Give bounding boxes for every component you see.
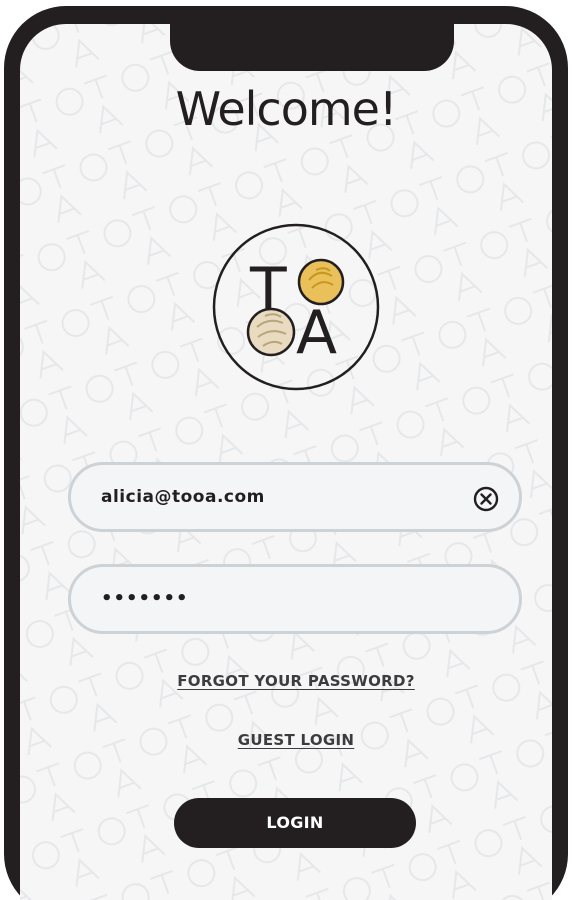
email-field[interactable]: alicia@tooa.com xyxy=(68,462,522,532)
forgot-password-link[interactable]: FORGOT YOUR PASSWORD? xyxy=(0,672,572,690)
clear-circle-x-icon[interactable] xyxy=(473,486,499,512)
logo-letter-a: A xyxy=(296,298,337,368)
logo-letter-o-2: O xyxy=(211,222,212,223)
phone-notch xyxy=(170,24,454,71)
password-field[interactable]: ••••••• xyxy=(68,564,522,634)
email-input[interactable]: alicia@tooa.com xyxy=(101,465,265,529)
page-title: Welcome! xyxy=(175,82,398,136)
guest-login-link[interactable]: GUEST LOGIN xyxy=(0,731,572,749)
password-input[interactable]: ••••••• xyxy=(101,567,189,631)
logo-letter-o-1: O xyxy=(211,222,212,223)
tooa-logo: T A O O xyxy=(211,222,380,391)
login-button[interactable]: LOGIN xyxy=(174,798,416,848)
